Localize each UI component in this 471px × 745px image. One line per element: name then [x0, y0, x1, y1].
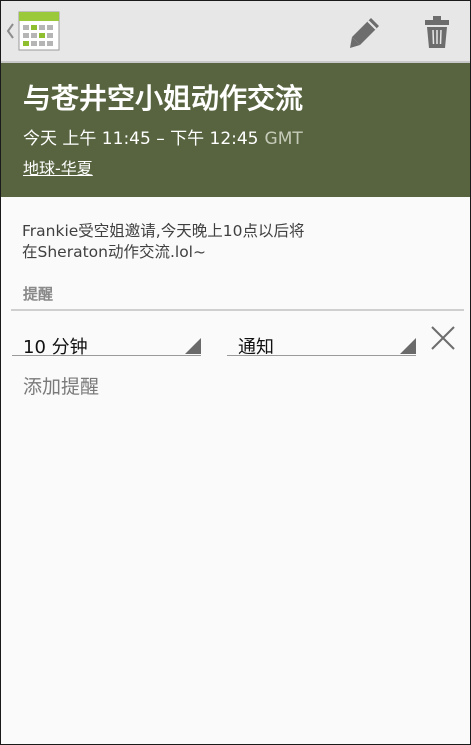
- event-time: 今天 上午 11:45 – 下午 12:45 GMT: [23, 124, 303, 149]
- close-icon: [431, 326, 455, 350]
- reminder-minutes-value: 10 分钟: [23, 337, 88, 358]
- calendar-icon[interactable]: [18, 11, 60, 51]
- reminder-method-value: 通知: [238, 337, 274, 358]
- section-divider: [11, 309, 464, 311]
- delete-button[interactable]: [417, 12, 457, 52]
- event-timezone: GMT: [264, 129, 303, 149]
- reminders-section-label: 提醒: [23, 285, 54, 303]
- action-bar: [1, 1, 470, 63]
- event-header: 与苍井空小姐动作交流 今天 上午 11:45 – 下午 12:45 GMT 地球-…: [1, 63, 470, 197]
- remove-reminder-button[interactable]: [426, 321, 460, 355]
- event-time-range: 今天 上午 11:45 – 下午 12:45: [23, 129, 259, 149]
- trash-icon: [425, 16, 449, 48]
- pencil-icon: [350, 18, 379, 48]
- chevron-left-icon[interactable]: [6, 19, 16, 43]
- description-line: 在Sheraton动作交流.lol~: [22, 243, 206, 261]
- add-reminder-button[interactable]: 添加提醒: [23, 372, 99, 399]
- edit-button[interactable]: [345, 12, 385, 52]
- event-title: 与苍井空小姐动作交流: [23, 82, 304, 115]
- reminder-method-spinner[interactable]: 通知: [227, 321, 416, 358]
- spinner-arrow-icon: [185, 338, 201, 354]
- description-line: Frankie受空姐邀请,今天晚上10点以后将: [22, 222, 305, 240]
- event-detail-screen: 与苍井空小姐动作交流 今天 上午 11:45 – 下午 12:45 GMT 地球-…: [0, 0, 471, 745]
- reminder-minutes-spinner[interactable]: 10 分钟: [12, 321, 201, 358]
- event-location-link[interactable]: 地球-华夏: [23, 155, 93, 179]
- spinner-arrow-icon: [400, 338, 416, 354]
- event-description: Frankie受空姐邀请,今天晚上10点以后将 在Sheraton动作交流.lo…: [22, 221, 442, 263]
